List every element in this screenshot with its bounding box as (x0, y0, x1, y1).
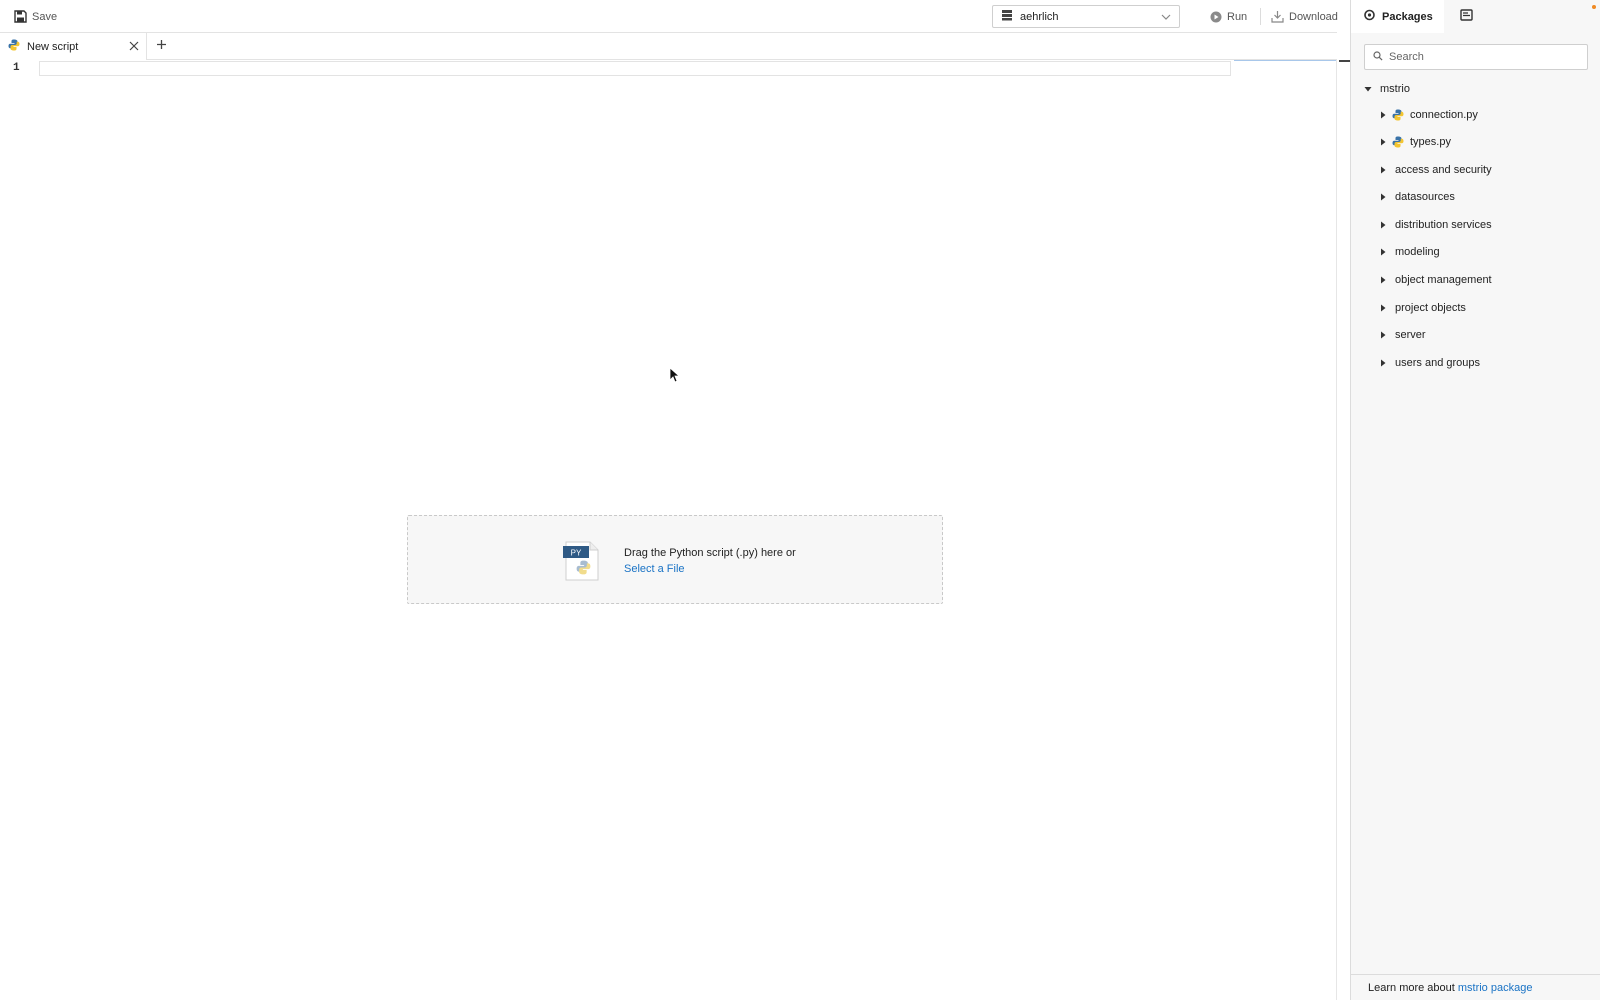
tree-node-types[interactable]: types.py (1351, 131, 1600, 153)
plus-icon (156, 39, 167, 53)
packages-panel: Packages mstrio (1350, 0, 1600, 1000)
python-file-icon: PY (562, 540, 600, 585)
tree-label: object management (1395, 274, 1492, 286)
search-icon (1373, 50, 1383, 64)
notification-dot (1592, 5, 1596, 9)
panel-tab-bar: Packages (1351, 0, 1600, 33)
download-icon (1271, 10, 1284, 23)
package-search[interactable] (1364, 44, 1588, 70)
caret-right-icon[interactable] (1379, 331, 1387, 339)
script-panel-icon (1459, 9, 1473, 24)
py-badge: PY (571, 549, 582, 558)
tree-node-datasources[interactable]: datasources (1351, 186, 1600, 208)
caret-down-icon[interactable] (1364, 85, 1372, 93)
tree-label: project objects (1395, 302, 1466, 314)
tree-label: connection.py (1410, 109, 1478, 121)
tree-label: types.py (1410, 136, 1451, 148)
python-icon (8, 39, 20, 54)
caret-right-icon[interactable] (1379, 193, 1387, 201)
run-label: Run (1227, 10, 1248, 23)
save-icon (14, 10, 27, 23)
tree-node-mstrio[interactable]: mstrio (1351, 78, 1600, 100)
caret-right-icon[interactable] (1379, 359, 1387, 367)
chevron-down-icon (1161, 11, 1171, 23)
dropzone-instruction: Drag the Python script (.py) here or (624, 547, 796, 559)
code-editor[interactable]: 1 PY Drag the Python script (.py) here o… (0, 60, 1337, 1000)
tree-node-connection[interactable]: connection.py (1351, 104, 1600, 126)
footer-text: Learn more about (1368, 981, 1455, 994)
environment-select[interactable]: aehrlich (992, 5, 1180, 28)
editor-scroll-marker (1339, 60, 1350, 62)
caret-right-icon[interactable] (1379, 111, 1387, 119)
close-icon[interactable] (127, 39, 141, 56)
editor-scrollbar-track (1336, 60, 1337, 1000)
code-line[interactable] (39, 61, 1231, 76)
script-tab-bar: New script (0, 33, 1337, 60)
caret-right-icon[interactable] (1379, 166, 1387, 174)
tab-script-panel[interactable] (1452, 0, 1480, 33)
server-icon (1001, 9, 1013, 24)
search-input[interactable] (1389, 51, 1587, 63)
tree-label: distribution services (1395, 219, 1492, 231)
packages-tab-label: Packages (1382, 10, 1433, 23)
toolbar: Save aehrlich Run Download (0, 0, 1338, 33)
tab-packages[interactable]: Packages (1351, 0, 1444, 33)
tree-label: mstrio (1380, 83, 1410, 95)
tree-node-access-and-security[interactable]: access and security (1351, 159, 1600, 181)
caret-right-icon[interactable] (1379, 276, 1387, 284)
active-line-indicator (1234, 60, 1337, 61)
tree-node-project-objects[interactable]: project objects (1351, 297, 1600, 319)
tree-label: users and groups (1395, 357, 1480, 369)
caret-right-icon[interactable] (1379, 138, 1387, 146)
script-workspace: Save aehrlich Run Download New script 1 … (0, 0, 1350, 1000)
tree-node-server[interactable]: server (1351, 324, 1600, 346)
play-icon (1210, 11, 1222, 23)
caret-right-icon[interactable] (1379, 221, 1387, 229)
tree-node-modeling[interactable]: modeling (1351, 241, 1600, 263)
tab-new-script[interactable]: New script (0, 33, 147, 60)
tree-label: modeling (1395, 246, 1440, 258)
select-file-link[interactable]: Select a File (624, 561, 796, 577)
tree-node-users-and-groups[interactable]: users and groups (1351, 352, 1600, 374)
save-label: Save (32, 10, 58, 23)
tab-label: New script (27, 40, 79, 53)
tree-node-distribution-services[interactable]: distribution services (1351, 214, 1600, 236)
caret-right-icon[interactable] (1379, 248, 1387, 256)
dropzone-text-block: Drag the Python script (.py) here or Sel… (624, 545, 796, 577)
mouse-cursor-icon (669, 367, 681, 386)
environment-label: aehrlich (1020, 10, 1059, 23)
add-tab-button[interactable] (153, 38, 169, 54)
save-button[interactable]: Save (14, 0, 57, 33)
tree-label: access and security (1395, 164, 1492, 176)
file-dropzone[interactable]: PY Drag the Python script (.py) here or … (407, 515, 943, 604)
python-icon (1392, 109, 1404, 121)
python-icon (1392, 136, 1404, 148)
line-number: 1 (13, 62, 20, 74)
caret-right-icon[interactable] (1379, 304, 1387, 312)
tree-node-object-management[interactable]: object management (1351, 269, 1600, 291)
packages-icon (1363, 9, 1376, 24)
mstrio-package-link[interactable]: mstrio package (1458, 982, 1533, 994)
download-label: Download (1289, 10, 1338, 23)
toolbar-divider (1260, 8, 1261, 25)
tree-label: server (1395, 329, 1426, 341)
app-window: Save aehrlich Run Download New script 1 … (0, 0, 1600, 1000)
download-button[interactable]: Download (1271, 0, 1338, 33)
tree-label: datasources (1395, 191, 1455, 203)
run-button[interactable]: Run (1210, 0, 1247, 33)
panel-footer: Learn more about mstrio package (1351, 974, 1600, 1000)
